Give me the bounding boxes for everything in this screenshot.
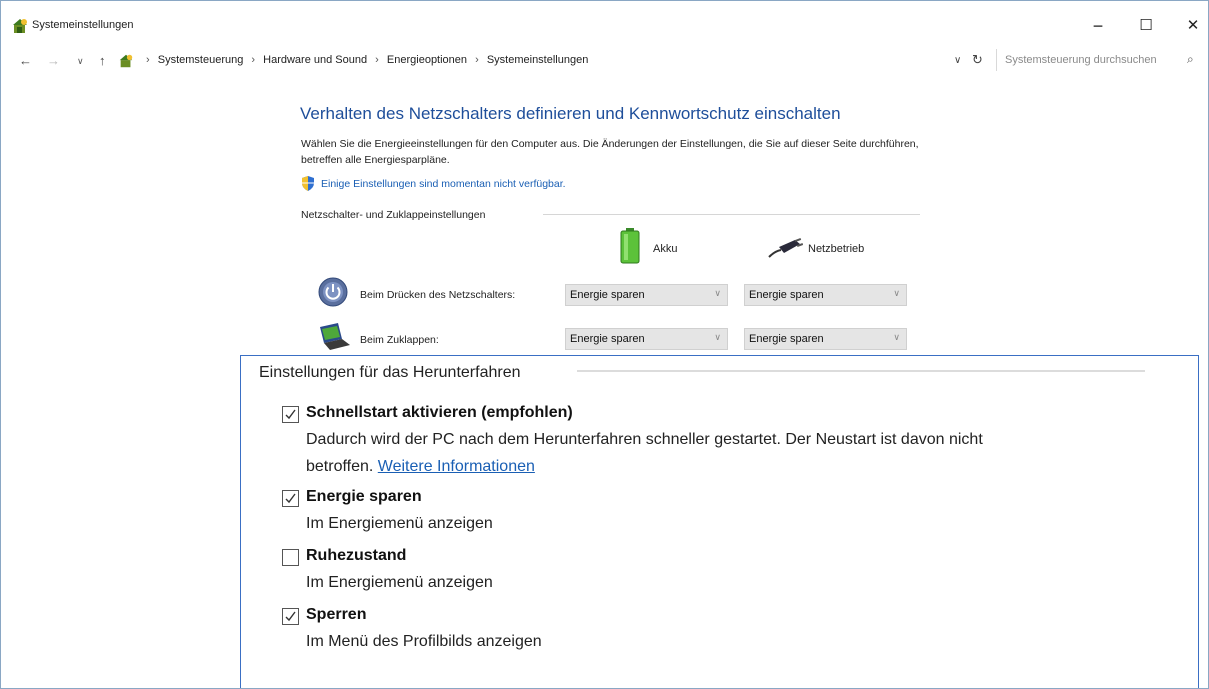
chevron-down-icon: ∨ (714, 288, 721, 298)
select-value: Energie sparen (749, 333, 824, 345)
hibernate-description: Im Energiemenü anzeigen (306, 574, 493, 591)
fast-startup-desc-text: betroffen. (306, 458, 374, 475)
breadcrumb-separator: › (475, 54, 479, 66)
lock-description: Im Menü des Profilbilds anzeigen (306, 633, 542, 650)
select-value: Energie sparen (570, 333, 645, 345)
chevron-down-icon: ∨ (714, 332, 721, 342)
more-info-link[interactable]: Weitere Informationen (378, 458, 535, 475)
address-bar: ← → ∨ ↑ › Systemsteuerung › Hardware und… (1, 49, 1208, 73)
chevron-down-icon: ∨ (893, 288, 900, 298)
recent-locations-button[interactable]: ∨ (77, 56, 84, 67)
hibernate-checkbox[interactable] (282, 549, 299, 566)
lid-close-plugged-select[interactable]: Energie sparen ∨ (744, 328, 907, 350)
address-dropdown-button[interactable]: ∨ (954, 55, 961, 66)
window: Systemeinstellungen − ☐ ✕ ← → ∨ ↑ › Syst… (0, 0, 1209, 689)
shutdown-settings-title: Einstellungen für das Herunterfahren (259, 364, 521, 381)
up-button[interactable]: ↑ (99, 53, 106, 68)
forward-button[interactable]: → (47, 53, 60, 68)
column-plugged-label: Netzbetrieb (808, 243, 865, 255)
lid-close-row-label: Beim Zuklappen: (360, 334, 439, 346)
breadcrumb-separator: › (146, 54, 150, 66)
title-bar: Systemeinstellungen − ☐ ✕ (1, 1, 1208, 45)
power-button-battery-select[interactable]: Energie sparen ∨ (565, 284, 728, 306)
search-input[interactable]: Systemsteuerung durchsuchen ⌕ (996, 49, 1208, 71)
fast-startup-desc-line2: betroffen. Weitere Informationen (306, 453, 983, 480)
fast-startup-checkbox[interactable] (282, 406, 299, 423)
fast-startup-label: Schnellstart aktivieren (empfohlen) (306, 404, 573, 421)
power-button-plugged-select[interactable]: Energie sparen ∨ (744, 284, 907, 306)
breadcrumb-separator: › (375, 54, 379, 66)
sleep-description: Im Energiemenü anzeigen (306, 515, 493, 532)
power-button-row-label: Beim Drücken des Netzschalters: (360, 289, 516, 301)
select-value: Energie sparen (749, 289, 824, 301)
page-description: Wählen Sie die Energieeinstellungen für … (301, 138, 919, 166)
sleep-label: Energie sparen (306, 488, 422, 505)
breadcrumb: › Systemsteuerung › Hardware und Sound ›… (141, 54, 588, 66)
maximize-button[interactable]: ☐ (1126, 13, 1166, 41)
group-divider (543, 214, 920, 215)
lock-label: Sperren (306, 606, 367, 623)
window-title: Systemeinstellungen (32, 19, 134, 31)
control-panel-icon (13, 19, 27, 33)
lid-close-battery-select[interactable]: Energie sparen ∨ (565, 328, 728, 350)
close-button[interactable]: ✕ (1173, 13, 1208, 41)
breadcrumb-item-hardware[interactable]: Hardware und Sound (263, 54, 367, 66)
sleep-checkbox[interactable] (282, 490, 299, 507)
column-battery-label: Akku (653, 243, 678, 255)
lock-checkbox[interactable] (282, 608, 299, 625)
breadcrumb-item-systemsteuerung[interactable]: Systemsteuerung (158, 54, 244, 66)
checkmark-icon (285, 493, 296, 504)
breadcrumb-item-energieoptionen[interactable]: Energieoptionen (387, 54, 467, 66)
uac-shield-icon (302, 176, 314, 191)
fast-startup-desc-line1: Dadurch wird der PC nach dem Herunterfah… (306, 431, 983, 448)
search-placeholder: Systemsteuerung durchsuchen (1005, 54, 1157, 66)
select-value: Energie sparen (570, 289, 645, 301)
shutdown-settings-panel: Einstellungen für das Herunterfahren Sch… (240, 355, 1199, 688)
breadcrumb-item-systemeinstellungen[interactable]: Systemeinstellungen (487, 54, 589, 66)
refresh-button[interactable]: ↻ (972, 52, 983, 68)
fast-startup-description: Dadurch wird der PC nach dem Herunterfah… (306, 426, 983, 480)
hibernate-label: Ruhezustand (306, 547, 407, 564)
group-label: Netzschalter- und Zuklappeinstellungen (301, 209, 486, 221)
page-title: Verhalten des Netzschalters definieren u… (300, 104, 841, 123)
chevron-down-icon: ∨ (893, 332, 900, 342)
panel-divider (577, 370, 1145, 372)
power-button-icon (318, 277, 348, 307)
minimize-button[interactable]: − (1078, 13, 1118, 41)
checkmark-icon (285, 409, 296, 420)
back-button[interactable]: ← (19, 53, 32, 68)
checkmark-icon (285, 611, 296, 622)
battery-icon (620, 228, 640, 264)
breadcrumb-separator: › (251, 54, 256, 66)
power-plug-icon (768, 238, 803, 258)
admin-settings-link[interactable]: Einige Einstellungen sind momentan nicht… (321, 178, 566, 190)
control-panel-icon (119, 54, 133, 68)
laptop-lid-icon (320, 323, 350, 350)
search-icon[interactable]: ⌕ (1187, 52, 1194, 67)
